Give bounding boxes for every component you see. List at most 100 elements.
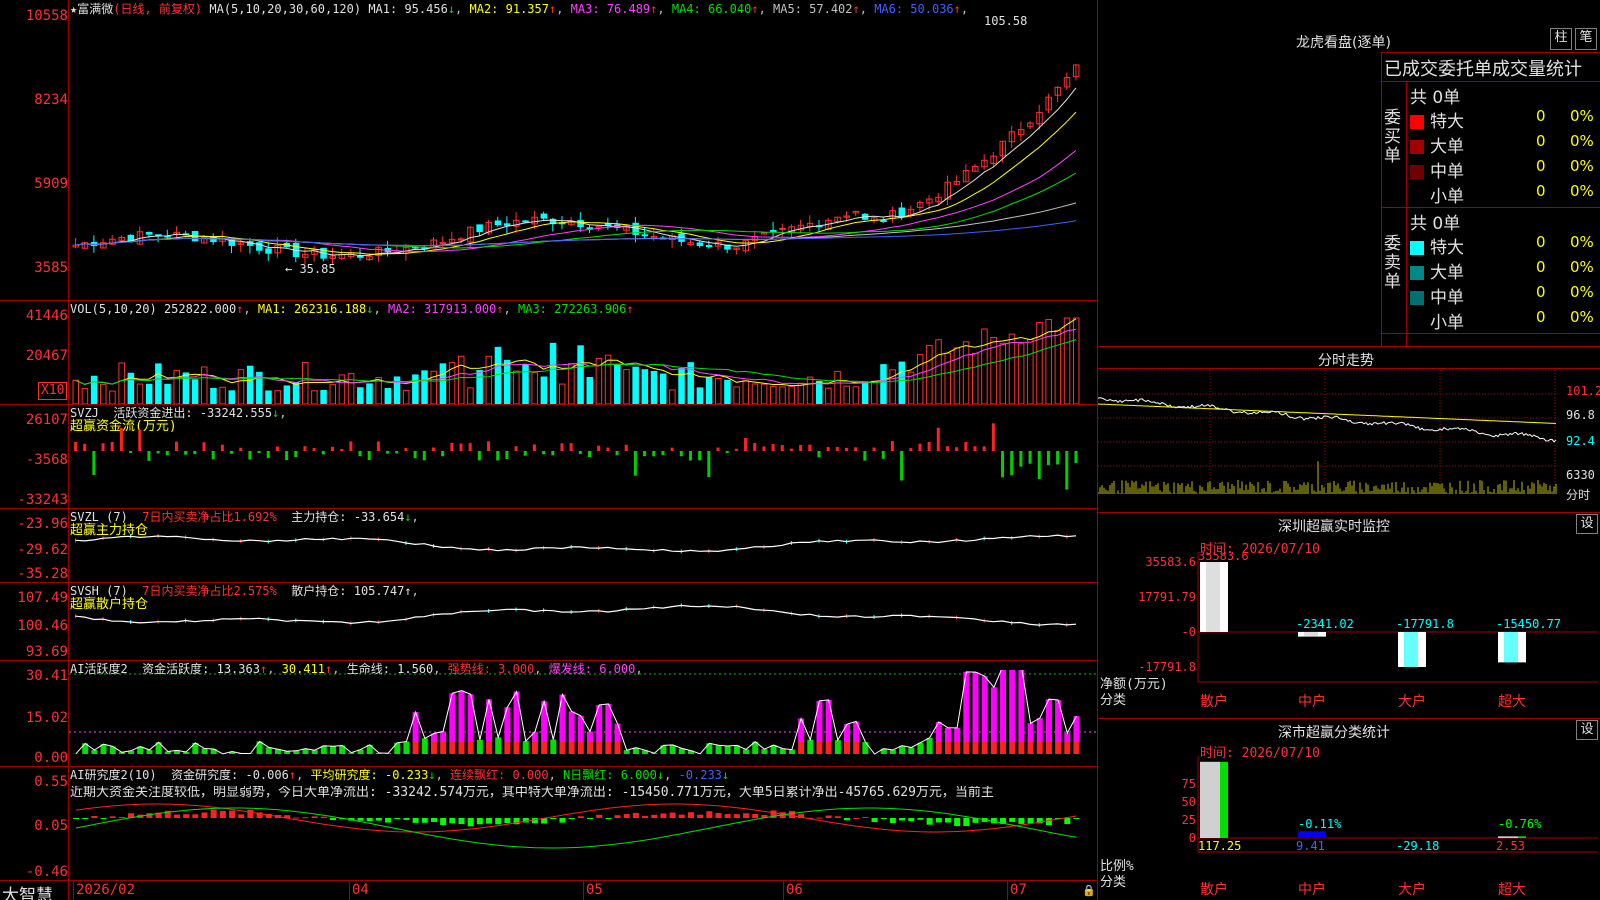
volume-bar [650, 370, 658, 404]
candle [357, 255, 364, 258]
lhb-row: 特大 0 0% [1410, 233, 1600, 258]
activity-bar [495, 737, 502, 754]
bar-mode-button[interactable]: 柱 [1550, 28, 1572, 50]
volume-bar [100, 383, 107, 404]
row-label: 特大 [1430, 238, 1464, 258]
flow-bar [817, 451, 821, 458]
flow-bar [734, 448, 738, 451]
flow-bar [597, 445, 601, 451]
flow-bar [1056, 451, 1060, 465]
divider [0, 404, 1098, 405]
research-bar [320, 816, 327, 818]
row-count: 0 [1536, 182, 1546, 200]
research-bar [614, 815, 621, 818]
volume-bar [558, 383, 566, 404]
main-force-chart[interactable] [69, 524, 1097, 582]
classify-chart[interactable]: 75 50 25 0117.25 -0.11% 9.41 -29.18 -0.76% 2.53 比… [1098, 756, 1600, 900]
flow-bar [1010, 451, 1014, 476]
volume-bar [384, 388, 392, 404]
brand-logo: 大智慧 [2, 886, 53, 900]
volume-bar [1017, 343, 1025, 404]
research-bar [834, 816, 841, 818]
lhb-title: 龙虎看盘(逐单) [1296, 35, 1391, 51]
research-bar [421, 818, 428, 823]
research-bar [587, 818, 593, 819]
money-flow-chart[interactable] [69, 420, 1097, 508]
flow-bar [101, 443, 105, 451]
classify-settings-button[interactable]: 设 [1576, 720, 1598, 740]
flow-bar [331, 446, 334, 451]
lock-icon[interactable]: 🔒 [1082, 884, 1096, 897]
flow-bar [532, 444, 536, 451]
ai-active-chart[interactable] [69, 670, 1097, 766]
activity-bar [1064, 732, 1071, 742]
activity-bar [311, 750, 318, 754]
volume-bar [834, 370, 841, 404]
flow-bar [688, 451, 692, 461]
volume-bar [338, 374, 346, 404]
research-bar [623, 814, 630, 818]
volume-bar [724, 379, 731, 404]
research-bar [449, 818, 456, 824]
activity-base-bar [596, 742, 603, 754]
row-count: 0 [1536, 107, 1546, 125]
flow-bar [83, 443, 87, 451]
volume-ma-line [75, 318, 1077, 387]
chart-mode[interactable]: (日线, 前复权) [113, 2, 202, 16]
stock-name[interactable]: ★富满微 [70, 2, 113, 16]
volume-bar [889, 369, 896, 404]
flow-bar [826, 447, 830, 451]
candlestick-chart[interactable] [69, 18, 1097, 300]
retail-chart[interactable] [69, 598, 1097, 660]
research-bar [733, 814, 740, 818]
candle [265, 248, 272, 254]
volume-bar [586, 376, 593, 404]
volume-bar [962, 341, 970, 404]
flow-bar [1019, 451, 1023, 467]
activity-base-bar [513, 742, 520, 754]
activity-bar [1000, 670, 1007, 742]
volume-bar [861, 381, 869, 404]
flow-bar [615, 451, 619, 456]
volume-bar [265, 390, 272, 404]
volume-chart[interactable] [69, 316, 1097, 404]
candle [705, 244, 713, 248]
volume-bar [522, 364, 529, 404]
row-label: 小单 [1430, 313, 1464, 333]
flow-bar [973, 446, 977, 451]
flow-bar [872, 447, 876, 451]
flow-bar [716, 447, 720, 451]
volume-bar [494, 346, 502, 404]
monitor-chart[interactable]: 35583.6 17791.79 -0 -17791.8 35583.6 -2341.02… [1098, 552, 1600, 718]
candle [604, 223, 612, 226]
monitor-settings-button[interactable]: 设 [1576, 514, 1598, 534]
flow-bar [312, 448, 316, 451]
divider [0, 582, 1098, 583]
volume-bar [623, 369, 630, 404]
research-bar [935, 818, 942, 823]
classify-top-value: -0.76% [1498, 817, 1542, 831]
ai-research-chart[interactable] [69, 800, 1097, 880]
intraday-chart[interactable] [1098, 370, 1600, 510]
flow-bar [248, 451, 252, 460]
activity-bar [926, 737, 933, 754]
research-bar [183, 814, 190, 818]
flow-bar [257, 451, 261, 454]
x-tick-mark [1007, 880, 1008, 900]
activity-base-bar [816, 742, 823, 754]
pen-mode-button[interactable]: 笔 [1575, 28, 1597, 50]
flow-bar [670, 447, 674, 451]
candle [770, 229, 777, 232]
chart-area[interactable]: ★富满微(日线, 前复权) MA(5,10,20,30,60,120) MA1:… [0, 0, 1098, 900]
x-tick-mark [73, 880, 74, 900]
ma-line [75, 87, 1077, 257]
activity-base-bar [935, 742, 942, 754]
volume-bar [1008, 333, 1016, 404]
flow-bar [789, 448, 793, 451]
research-bar [862, 816, 869, 818]
classify-bar [1298, 831, 1326, 838]
intraday-panel[interactable]: 分时走势 101.2 96.8 92.4 6330 分时 [1098, 346, 1600, 512]
activity-bar [91, 750, 98, 754]
activity-bar [330, 746, 336, 754]
flow-bar [431, 447, 435, 451]
